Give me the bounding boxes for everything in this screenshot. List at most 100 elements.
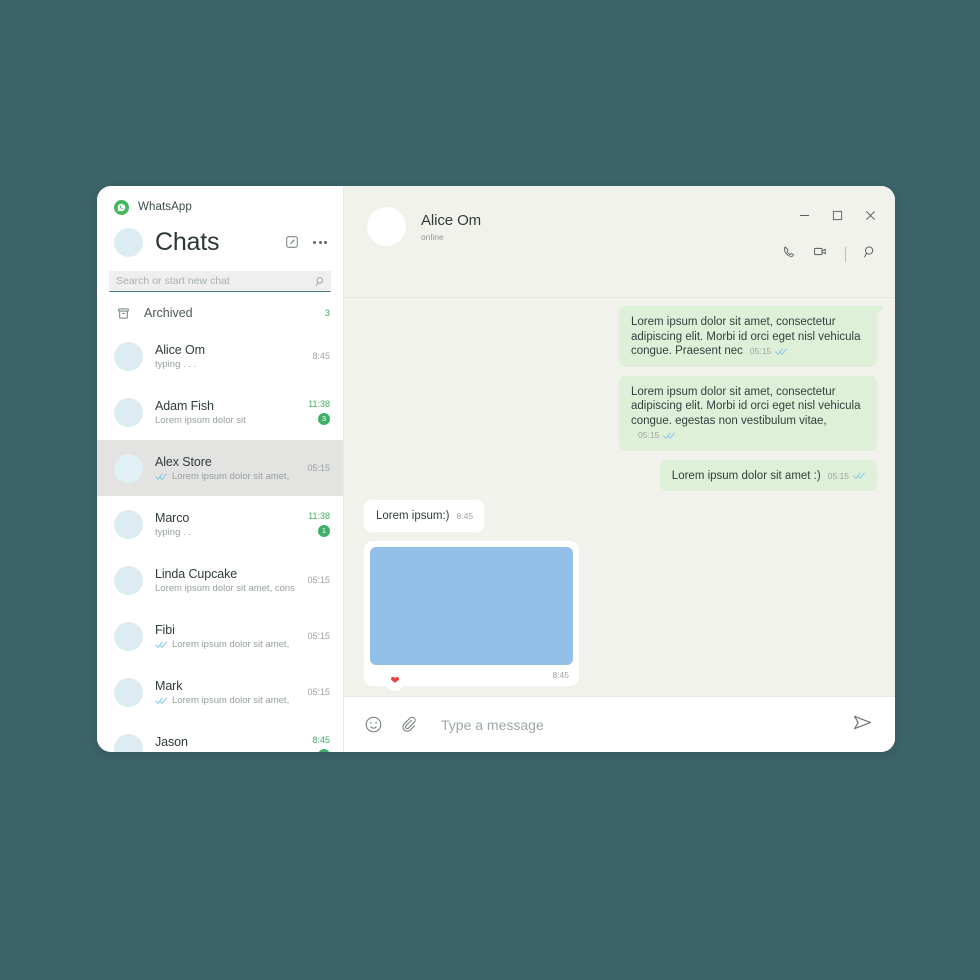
message-input[interactable] — [437, 716, 835, 733]
read-receipt-icon — [155, 640, 168, 649]
chat-list-item[interactable]: Linda Cupcake Lorem ipsum dolor sit amet,… — [97, 552, 343, 608]
message-bubble[interactable]: Lorem ipsum dolor sit amet, consectetur … — [619, 306, 885, 367]
chat-timestamp: 11:38 — [308, 399, 330, 409]
chats-header: Chats — [97, 217, 343, 263]
chat-preview: Lorem ipsum dolor sit — [155, 415, 296, 426]
close-icon[interactable] — [865, 208, 876, 226]
chat-preview: Lorem ipsum dolor sit amet, — [155, 695, 295, 706]
avatar — [114, 397, 143, 427]
chat-preview-text: Lorem ipsum dolor sit — [155, 414, 246, 426]
chat-name: Alex Store — [155, 454, 212, 469]
chat-preview-text: Lorem ipsum dolor sit amet, — [155, 751, 272, 753]
chat-list-item[interactable]: Alex Store Lorem ipsum dolor sit amet, 05:… — [97, 440, 343, 496]
chat-list-item[interactable]: Marco typing . . 11:38 1 — [97, 496, 343, 552]
minimize-icon[interactable] — [799, 208, 810, 226]
search-container — [109, 271, 331, 292]
archive-icon — [117, 307, 130, 320]
overflow-menu-icon[interactable] — [311, 235, 329, 250]
message-bubble[interactable]: Lorem ipsum:) 8:45 — [364, 500, 485, 532]
chat-preview-text: typing . . — [155, 526, 191, 538]
message-timestamp: 05:15 — [828, 469, 866, 484]
chat-name: Linda Cupcake — [155, 566, 238, 581]
avatar — [114, 509, 143, 539]
chat-name: Mark — [155, 678, 183, 693]
send-icon[interactable] — [852, 712, 873, 738]
chat-timestamp: 11:38 — [308, 511, 330, 521]
search-input[interactable] — [109, 271, 331, 292]
avatar — [114, 677, 143, 707]
page-title: Chats — [155, 227, 220, 256]
read-receipt-icon — [853, 471, 866, 480]
read-receipt-icon — [155, 696, 168, 705]
peer-avatar[interactable] — [367, 207, 406, 246]
message-row: Lorem ipsum dolor sit amet, consectetur … — [364, 375, 877, 451]
chat-preview-text: Lorem ipsum dolor sit amet, — [172, 694, 290, 706]
avatar — [114, 621, 143, 651]
chat-list-item[interactable]: Mark Lorem ipsum dolor sit amet, 05:15 — [97, 664, 343, 720]
paperclip-icon[interactable] — [400, 715, 420, 735]
avatar — [114, 453, 143, 483]
conversation-panel: Alice Om online Lorem ipsum dolor sit am… — [344, 186, 895, 752]
avatar — [114, 341, 143, 371]
message-list: Lorem ipsum dolor sit amet, consectetur … — [344, 298, 895, 696]
video-camera-icon[interactable] — [813, 244, 828, 264]
phone-icon[interactable] — [782, 245, 796, 264]
sidebar-item-archived[interactable]: Archived 3 — [97, 298, 343, 328]
whatsapp-window: WhatsApp Chats Search or start new chat … — [97, 186, 895, 752]
message-row: Lorem ipsum dolor sit amet :) 05:15 — [364, 459, 877, 491]
peer-status: online — [421, 231, 444, 242]
message-bubble[interactable]: Lorem ipsum dolor sit amet :) 05:15 — [659, 459, 877, 491]
heart-reaction-icon[interactable]: ❤ — [386, 672, 404, 691]
message-bubble[interactable]: Lorem ipsum dolor sit amet, consectetur … — [619, 375, 877, 451]
chat-name: Jason — [155, 734, 188, 749]
chat-preview: Lorem ipsum dolor sit amet, consectetur — [155, 583, 295, 594]
message-text: Lorem ipsum:) — [376, 510, 450, 522]
read-receipt-icon — [663, 431, 676, 440]
message-timestamp: 05:15 — [638, 428, 676, 443]
chat-preview: Lorem ipsum dolor sit amet, — [155, 639, 295, 650]
maximize-icon[interactable] — [832, 208, 843, 226]
chat-timestamp: 8:45 — [312, 735, 330, 745]
chat-list-item[interactable]: Fibi Lorem ipsum dolor sit amet, 05:15 — [97, 608, 343, 664]
user-avatar[interactable] — [114, 227, 143, 257]
chat-timestamp: 8:45 — [312, 351, 330, 361]
read-receipt-icon — [155, 472, 168, 481]
chat-preview: Lorem ipsum dolor sit amet, — [155, 751, 300, 753]
message-text: Lorem ipsum dolor sit amet, consectetur … — [631, 316, 861, 357]
archived-label: Archived — [144, 306, 193, 320]
sidebar: WhatsApp Chats Search or start new chat … — [97, 186, 344, 752]
chat-name: Alice Om — [155, 342, 205, 357]
unread-badge: 3 — [318, 413, 330, 425]
message-timestamp: 8:45 — [552, 670, 569, 680]
chat-timestamp: 05:15 — [307, 631, 330, 641]
emoji-icon[interactable] — [364, 715, 383, 734]
message-row: Lorem ipsum:) 8:45 — [364, 500, 877, 532]
compose-icon[interactable] — [285, 235, 299, 249]
chat-preview-text: typing . . . — [155, 358, 197, 370]
unread-badge: 1 — [318, 749, 330, 752]
message-timestamp: 05:15 — [750, 344, 788, 359]
message-text: Lorem ipsum dolor sit amet, consectetur … — [631, 385, 861, 427]
message-composer — [344, 696, 895, 752]
chat-list-item[interactable]: Alice Om typing . . . 8:45 — [97, 328, 343, 384]
chat-list-item[interactable]: Adam Fish Lorem ipsum dolor sit 11:38 3 — [97, 384, 343, 440]
chat-name: Marco — [155, 510, 190, 525]
image-message-bubble[interactable]: 8:45 ❤ — [364, 540, 579, 691]
chat-timestamp: 05:15 — [307, 687, 330, 697]
archived-count: 3 — [324, 307, 330, 319]
chat-preview: Lorem ipsum dolor sit amet, — [155, 471, 295, 482]
window-controls — [799, 208, 876, 226]
avatar — [114, 733, 143, 752]
peer-name: Alice Om — [421, 211, 482, 229]
chat-list-item[interactable]: Jason Lorem ipsum dolor sit amet, 8:45 1 — [97, 720, 343, 752]
unread-badge: 1 — [318, 525, 330, 537]
search-icon[interactable] — [863, 245, 877, 264]
chat-name: Adam Fish — [155, 398, 214, 413]
search-icon[interactable] — [315, 274, 326, 292]
chat-name: Fibi — [155, 622, 175, 637]
message-row: 8:45 ❤ — [364, 540, 877, 691]
image-attachment[interactable] — [370, 546, 573, 665]
chat-timestamp: 05:15 — [307, 575, 330, 585]
message-timestamp: 8:45 — [456, 511, 474, 521]
brand-row: WhatsApp — [97, 186, 343, 217]
